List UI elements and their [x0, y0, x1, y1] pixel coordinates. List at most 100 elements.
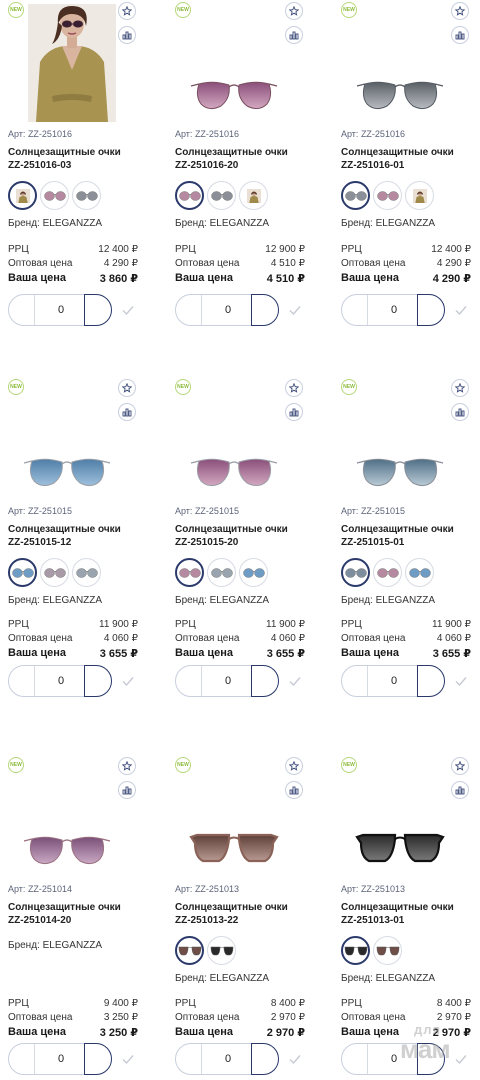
product-name[interactable]: Солнцезащитные очки ZZ-251016-03 [8, 146, 148, 172]
color-swatch[interactable] [8, 558, 37, 587]
favorite-button[interactable] [118, 2, 136, 20]
color-swatch[interactable] [207, 558, 236, 587]
product-name[interactable]: Солнцезащитные очки ZZ-251014-20 [8, 901, 148, 927]
color-swatch[interactable] [40, 181, 69, 210]
compare-button[interactable] [451, 26, 469, 44]
product-name[interactable]: Солнцезащитные очки ZZ-251016-01 [341, 146, 480, 172]
color-swatch[interactable] [8, 181, 37, 210]
compare-button[interactable] [451, 781, 469, 799]
increase-button[interactable] [251, 665, 279, 697]
quantity-value[interactable]: 0 [202, 295, 254, 325]
color-swatch[interactable] [175, 936, 204, 965]
color-swatch[interactable] [239, 181, 268, 210]
quantity-value[interactable]: 0 [202, 666, 254, 696]
compare-button[interactable] [285, 26, 303, 44]
quantity-stepper[interactable]: 0 [175, 294, 279, 326]
color-swatch[interactable] [373, 558, 402, 587]
color-swatch[interactable] [405, 558, 434, 587]
add-to-cart-check-icon[interactable] [121, 674, 135, 688]
product-name[interactable]: Солнцезащитные очки ZZ-251013-22 [175, 901, 315, 927]
quantity-stepper[interactable]: 0 [8, 1043, 112, 1075]
decrease-button[interactable] [9, 666, 35, 696]
decrease-button[interactable] [342, 666, 368, 696]
product-image[interactable] [189, 827, 279, 871]
product-image[interactable] [355, 72, 445, 116]
add-to-cart-check-icon[interactable] [288, 1052, 302, 1066]
increase-button[interactable] [84, 665, 112, 697]
add-to-cart-check-icon[interactable] [121, 303, 135, 317]
decrease-button[interactable] [176, 295, 202, 325]
favorite-button[interactable] [451, 757, 469, 775]
product-name[interactable]: Солнцезащитные очки ZZ-251015-12 [8, 523, 148, 549]
color-swatch[interactable] [373, 936, 402, 965]
product-image[interactable] [22, 827, 112, 871]
product-image[interactable] [189, 449, 279, 493]
color-swatch[interactable] [175, 181, 204, 210]
quantity-value[interactable]: 0 [35, 1044, 87, 1074]
decrease-button[interactable] [9, 295, 35, 325]
product-photo[interactable] [28, 4, 116, 122]
increase-button[interactable] [417, 665, 445, 697]
product-name[interactable]: Солнцезащитные очки ZZ-251015-01 [341, 523, 480, 549]
compare-button[interactable] [118, 26, 136, 44]
product-name[interactable]: Солнцезащитные очки ZZ-251016-20 [175, 146, 315, 172]
favorite-button[interactable] [451, 2, 469, 20]
quantity-value[interactable]: 0 [35, 295, 87, 325]
increase-button[interactable] [417, 294, 445, 326]
favorite-button[interactable] [118, 757, 136, 775]
product-name[interactable]: Солнцезащитные очки ZZ-251013-01 [341, 901, 480, 927]
add-to-cart-check-icon[interactable] [288, 674, 302, 688]
color-swatch[interactable] [373, 181, 402, 210]
quantity-value[interactable]: 0 [35, 666, 87, 696]
color-swatch[interactable] [207, 936, 236, 965]
new-badge: NEW [8, 2, 24, 18]
quantity-value[interactable]: 0 [202, 1044, 254, 1074]
favorite-button[interactable] [285, 2, 303, 20]
color-swatch[interactable] [175, 558, 204, 587]
decrease-button[interactable] [342, 295, 368, 325]
increase-button[interactable] [251, 294, 279, 326]
add-to-cart-check-icon[interactable] [288, 303, 302, 317]
increase-button[interactable] [84, 294, 112, 326]
add-to-cart-check-icon[interactable] [454, 303, 468, 317]
add-to-cart-check-icon[interactable] [121, 1052, 135, 1066]
quantity-value[interactable]: 0 [368, 295, 420, 325]
product-name[interactable]: Солнцезащитные очки ZZ-251015-20 [175, 523, 315, 549]
color-swatch[interactable] [72, 181, 101, 210]
product-image[interactable] [22, 449, 112, 493]
decrease-button[interactable] [9, 1044, 35, 1074]
product-image[interactable] [189, 72, 279, 116]
color-swatch[interactable] [341, 936, 370, 965]
quantity-stepper[interactable]: 0 [8, 665, 112, 697]
decrease-button[interactable] [342, 1044, 368, 1074]
color-swatch[interactable] [405, 181, 434, 210]
favorite-button[interactable] [118, 379, 136, 397]
compare-button[interactable] [285, 403, 303, 421]
color-swatch[interactable] [341, 558, 370, 587]
quantity-stepper[interactable]: 0 [341, 294, 445, 326]
compare-button[interactable] [118, 781, 136, 799]
color-swatch[interactable] [207, 181, 236, 210]
quantity-stepper[interactable]: 0 [175, 665, 279, 697]
product-image[interactable] [355, 827, 445, 871]
compare-button[interactable] [118, 403, 136, 421]
compare-button[interactable] [285, 781, 303, 799]
color-swatch[interactable] [239, 558, 268, 587]
quantity-stepper[interactable]: 0 [341, 665, 445, 697]
add-to-cart-check-icon[interactable] [454, 674, 468, 688]
color-swatch[interactable] [72, 558, 101, 587]
color-swatch[interactable] [40, 558, 69, 587]
favorite-button[interactable] [285, 757, 303, 775]
compare-button[interactable] [451, 403, 469, 421]
favorite-button[interactable] [451, 379, 469, 397]
increase-button[interactable] [84, 1043, 112, 1075]
quantity-stepper[interactable]: 0 [8, 294, 112, 326]
product-image[interactable] [355, 449, 445, 493]
color-swatch[interactable] [341, 181, 370, 210]
decrease-button[interactable] [176, 666, 202, 696]
quantity-stepper[interactable]: 0 [175, 1043, 279, 1075]
favorite-button[interactable] [285, 379, 303, 397]
decrease-button[interactable] [176, 1044, 202, 1074]
quantity-value[interactable]: 0 [368, 666, 420, 696]
increase-button[interactable] [251, 1043, 279, 1075]
